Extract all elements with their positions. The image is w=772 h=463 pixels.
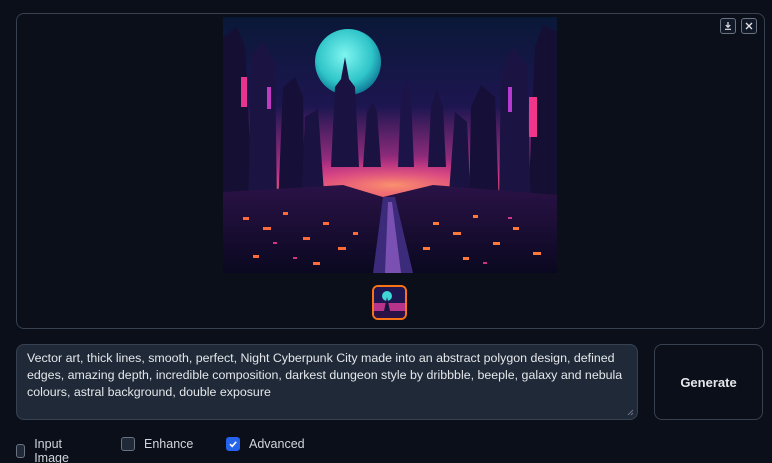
input-image-label: Input Image — [34, 437, 69, 463]
resize-handle-icon[interactable] — [626, 408, 634, 416]
app-root: Vector art, thick lines, smooth, perfect… — [0, 0, 772, 463]
input-image-checkbox-box[interactable] — [16, 444, 26, 458]
thumbnail-image — [374, 287, 405, 318]
generated-image-preview[interactable] — [223, 17, 557, 273]
advanced-checkbox-box[interactable] — [226, 437, 240, 451]
close-icon — [745, 22, 753, 30]
enhance-checkbox[interactable]: Enhance — [121, 437, 193, 451]
generate-button[interactable]: Generate — [654, 344, 763, 420]
enhance-label: Enhance — [144, 437, 194, 451]
input-image-checkbox[interactable]: Input Image — [16, 437, 74, 463]
generate-button-label: Generate — [680, 374, 737, 390]
download-button[interactable] — [720, 18, 736, 34]
checkmark-icon — [229, 441, 237, 448]
selected-thumbnail[interactable] — [372, 285, 407, 320]
prompt-text: Vector art, thick lines, smooth, perfect… — [27, 351, 623, 399]
cyberpunk-city-image — [223, 17, 557, 273]
prompt-textarea[interactable]: Vector art, thick lines, smooth, perfect… — [16, 344, 638, 420]
advanced-checkbox[interactable]: Advanced — [226, 437, 305, 451]
image-gallery — [16, 13, 765, 329]
advanced-label: Advanced — [249, 437, 305, 451]
enhance-checkbox-box[interactable] — [121, 437, 135, 451]
download-icon — [725, 22, 731, 30]
close-button[interactable] — [741, 18, 757, 34]
